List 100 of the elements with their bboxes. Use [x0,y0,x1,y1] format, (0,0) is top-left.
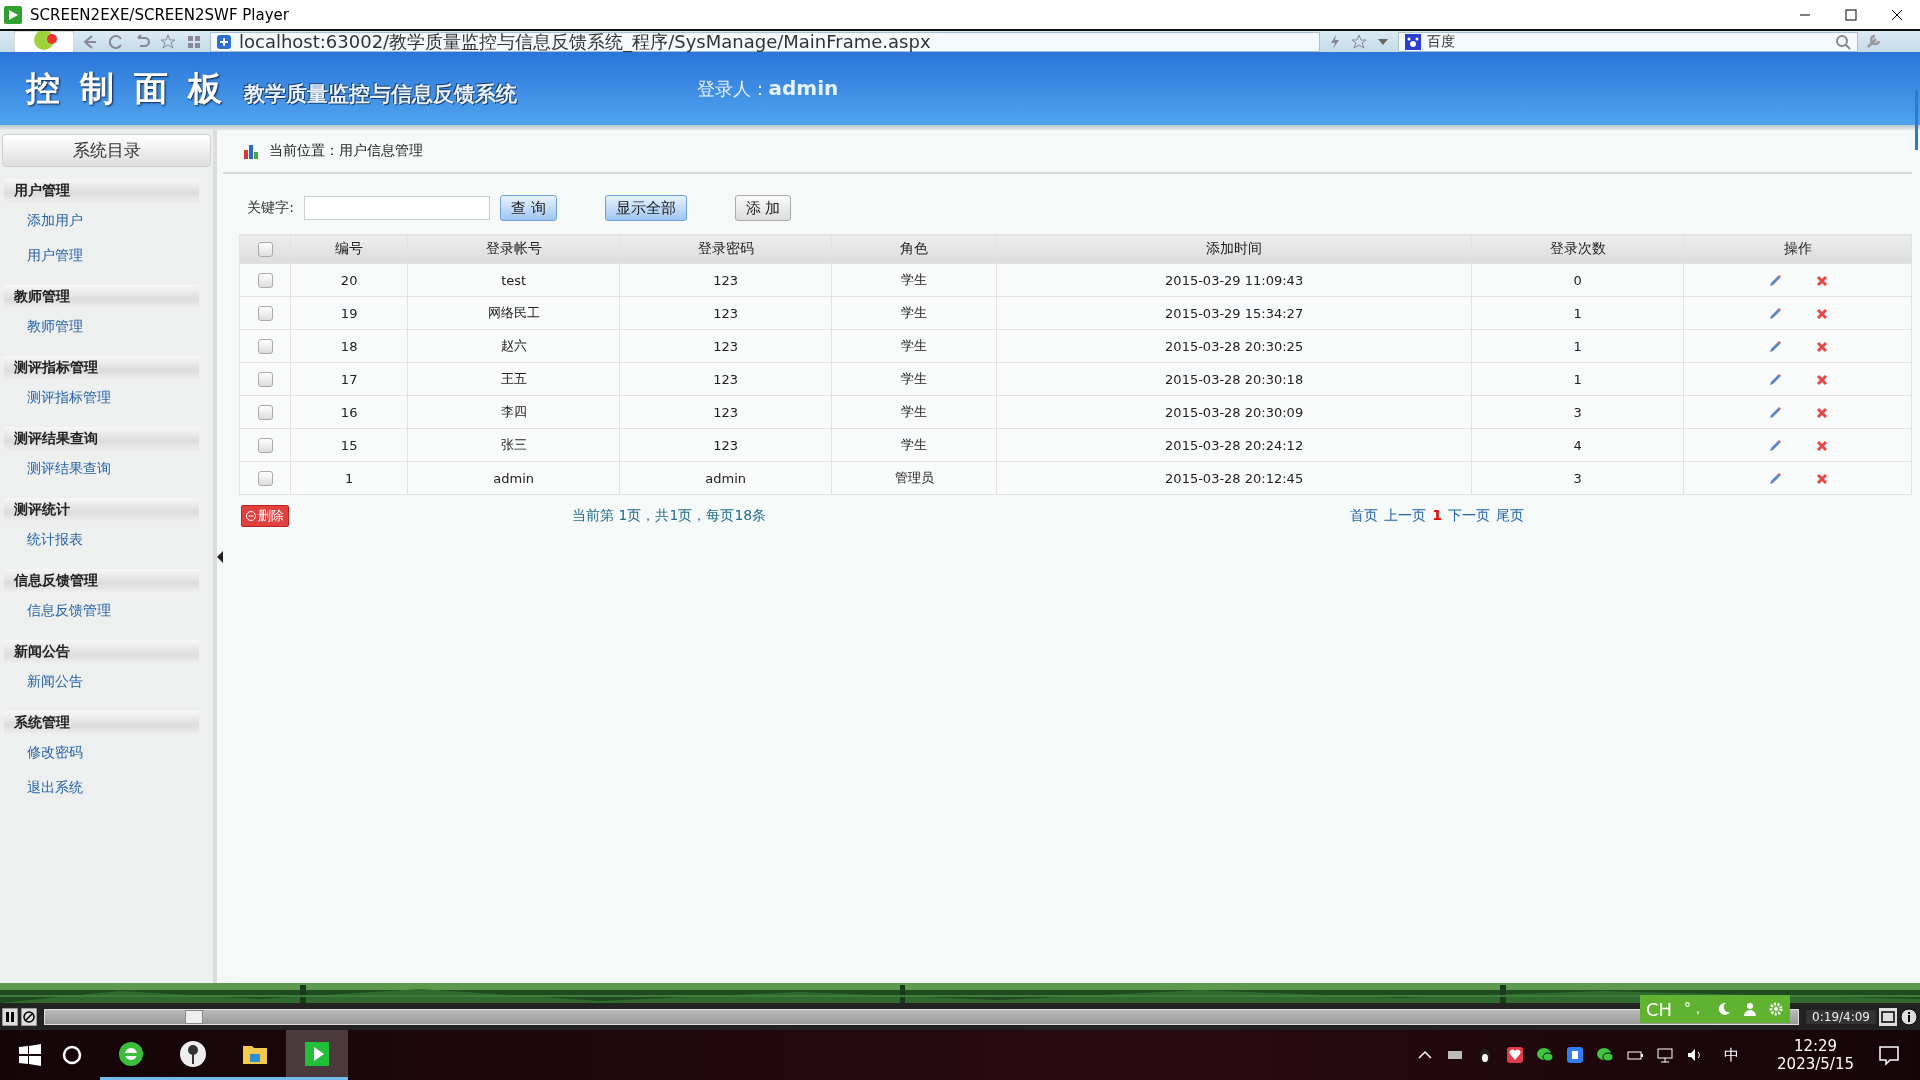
menu-group[interactable]: 测评结果查询 [4,427,200,451]
checkbox[interactable] [257,372,273,387]
action-button[interactable]: 显示全部 [604,195,687,221]
clock-date[interactable]: 2023/5/15 [1777,1055,1854,1073]
chat-icon[interactable] [1536,1046,1555,1064]
shield-check-icon[interactable] [1566,1046,1585,1064]
delete-icon[interactable] [1815,307,1828,320]
breadcrumb: 当前位置：用户信息管理 [269,142,424,160]
windows-icon[interactable] [19,1044,41,1066]
scrollbar[interactable] [1915,90,1918,150]
table-cell: 0 [1471,263,1684,297]
table-cell: 李四 [407,395,620,429]
search-icon[interactable] [1835,33,1851,50]
delete-button[interactable]: 删除 [241,505,290,527]
table-cell: 学生 [831,362,997,396]
table-cell: 17 [290,362,408,396]
delete-icon[interactable] [1815,274,1828,287]
checkbox[interactable] [257,306,273,321]
menu-item[interactable]: 测评指标管理 [0,380,214,415]
moon-icon[interactable] [1717,1002,1732,1016]
delete-icon[interactable] [1815,472,1828,485]
settings-icon[interactable] [1769,1002,1784,1016]
checkbox[interactable] [257,438,273,453]
pencil-icon[interactable] [1767,471,1782,486]
pencil-icon[interactable] [1767,405,1782,420]
menu-item[interactable]: 统计报表 [0,522,214,557]
table-cell: 123 [619,428,832,462]
current-page[interactable]: 1 [1432,507,1442,525]
table-cell: 2015-03-28 20:30:25 [996,329,1472,363]
table-cell: 2015-03-28 20:24:12 [996,428,1472,462]
menu-item[interactable]: 退出系统 [0,770,214,805]
ime-indicator[interactable]: 中 [1724,1045,1740,1065]
checkbox[interactable] [257,471,273,486]
column-header: 角色 [831,234,997,264]
menu-group[interactable]: 测评指标管理 [4,356,200,380]
keyword-field[interactable] [303,196,490,220]
table-cell: 2015-03-28 20:30:09 [996,395,1472,429]
stop-icon[interactable] [21,1007,37,1026]
checkbox[interactable] [257,339,273,354]
column-header: 登录次数 [1471,234,1684,264]
browser-search-field[interactable]: 百度 [1398,31,1858,52]
menu-item[interactable]: 添加用户 [0,203,214,238]
seek-thumb[interactable] [185,1009,204,1024]
info-icon[interactable] [1900,1007,1918,1026]
menu-group[interactable]: 教师管理 [4,285,200,309]
checkbox[interactable] [257,273,273,288]
menu-item[interactable]: 教师管理 [0,309,214,344]
pencil-icon[interactable] [1767,438,1782,453]
recorder-icon [179,1039,207,1068]
menu-group[interactable]: 测评统计 [4,498,200,522]
star-icon[interactable] [1350,32,1368,51]
menu-item[interactable]: 测评结果查询 [0,451,214,486]
menu-group[interactable]: 用户管理 [4,179,200,203]
delete-icon[interactable] [1815,373,1828,386]
menu-item[interactable]: 新闻公告 [0,664,214,699]
pause-icon[interactable] [2,1007,18,1026]
url-text: localhost:63002/教学质量监控与信息反馈系统_程序/SysManage/MainFrame.aspx [239,29,931,54]
sidebar-title: 系统目录 [2,134,212,167]
pencil-icon[interactable] [1767,339,1782,354]
menu-group[interactable]: 新闻公告 [4,640,200,664]
checkbox[interactable] [257,405,273,420]
table-cell: 1 [290,461,408,495]
page-link[interactable]: 上一页 [1384,507,1427,525]
menu-group[interactable]: 信息反馈管理 [4,569,200,593]
pencil-icon[interactable] [1767,273,1782,288]
action-button[interactable]: 添 加 [734,195,792,221]
menu-item[interactable]: 信息反馈管理 [0,593,214,628]
delete-icon[interactable] [1815,406,1828,419]
table-cell: 2015-03-29 11:09:43 [996,263,1472,297]
minus-icon [246,511,257,521]
page-link[interactable]: 尾页 [1496,507,1524,525]
header-title: 控 制 面 板 [26,66,226,110]
page-link[interactable]: 下一页 [1448,507,1490,525]
pencil-icon[interactable] [1767,372,1782,387]
page-link[interactable]: 首页 [1350,507,1379,525]
table-cell: 2015-03-29 15:34:27 [996,296,1472,330]
clock-time[interactable]: 12:29 [1793,1037,1838,1055]
browser-logo-icon[interactable] [14,30,74,53]
pencil-icon[interactable] [1767,306,1782,321]
menu-item[interactable]: 用户管理 [0,238,214,273]
table-cell: 学生 [831,329,997,363]
table-cell: 学生 [831,263,997,297]
delete-icon[interactable] [1815,340,1828,353]
table-cell: admin [407,461,620,495]
paw-icon [1405,33,1421,50]
delete-icon[interactable] [1815,439,1828,452]
fullscreen-icon[interactable] [1879,1007,1897,1026]
table-cell: test [407,263,620,297]
monitor-icon[interactable] [1656,1046,1675,1064]
menu-group[interactable]: 系统管理 [4,711,200,735]
chat-icon[interactable] [1596,1046,1615,1064]
menu-item[interactable]: 修改密码 [0,735,214,770]
search-circle-icon[interactable] [61,1044,83,1066]
column-header: 添加时间 [996,234,1472,264]
user-icon[interactable] [1743,1002,1758,1016]
checkbox[interactable] [257,242,273,258]
notification-icon[interactable] [1878,1044,1900,1066]
action-button[interactable]: 查 询 [499,195,557,221]
address-bar[interactable]: localhost:63002/教学质量监控与信息反馈系统_程序/SysManage/MainFrame.aspx [210,31,1320,52]
taskbar-button[interactable] [286,1030,348,1080]
